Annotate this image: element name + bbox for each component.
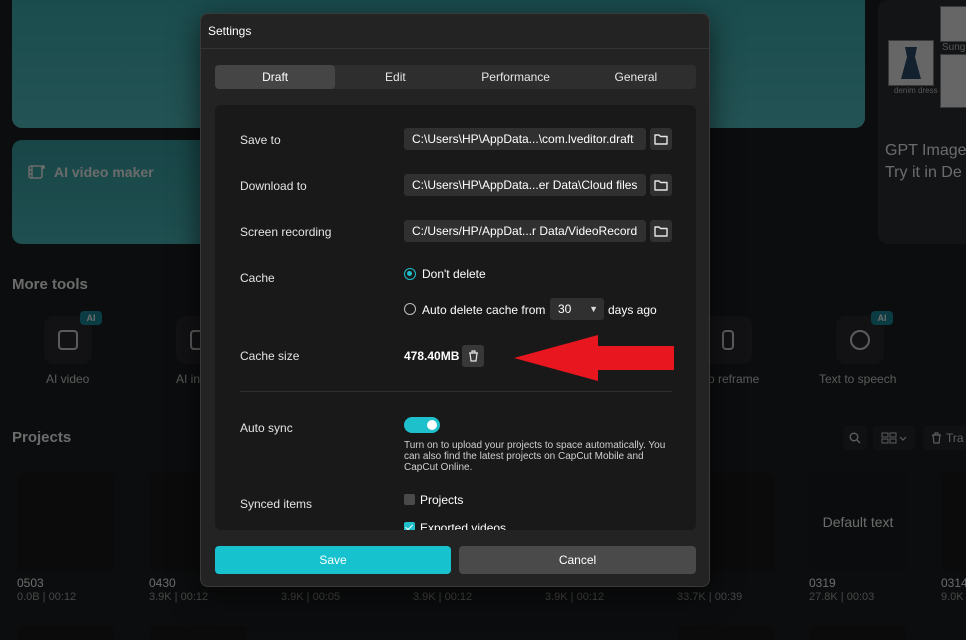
project-meta: 3.9K | 00:12	[149, 591, 209, 603]
tool-label: Text to speech	[819, 372, 897, 386]
template-panel[interactable]: Sunglas denim dress	[878, 0, 966, 244]
tool-label: o reframe	[708, 372, 760, 386]
download-to-path-field[interactable]: C:\Users\HP\AppData...er Data\Cloud file…	[404, 174, 646, 196]
project-meta: 3.9K | 00:05	[281, 591, 341, 603]
auto-delete-radio[interactable]	[404, 303, 416, 315]
template-thumbnail[interactable]	[940, 54, 966, 108]
projects-title: Projects	[12, 429, 72, 446]
exported-videos-checkbox-label[interactable]: Exported videos	[420, 521, 506, 530]
project-meta: 27.8K | 00:03	[809, 591, 875, 603]
sunglasses-label: Sunglas	[942, 42, 966, 53]
cache-days-value: 30	[558, 302, 572, 316]
project-name: 0503	[17, 576, 44, 590]
gpt-image-title: GPT Image	[885, 142, 966, 159]
trash-label: Tra	[946, 431, 964, 445]
tool-label: AI in	[176, 372, 201, 386]
search-icon	[849, 432, 861, 444]
video-icon	[58, 330, 78, 350]
screen: AI video maker Sunglas denim dress GPT I…	[0, 0, 966, 640]
exported-videos-checkbox[interactable]	[404, 522, 415, 530]
video-maker-icon	[28, 165, 45, 179]
tool-label: AI video	[46, 372, 90, 386]
sunglasses-thumbnail[interactable]	[940, 6, 966, 42]
speech-icon	[850, 330, 870, 350]
projects-checkbox[interactable]	[404, 494, 415, 505]
save-to-path-field[interactable]: C:\Users\HP\AppData...\com.lveditor.draf…	[404, 128, 646, 150]
gpt-image-subtitle: Try it in De	[885, 164, 962, 181]
days-ago-label: days ago	[608, 303, 657, 317]
dont-delete-label[interactable]: Don't delete	[422, 267, 486, 281]
trash-icon	[932, 432, 941, 444]
project-meta: 0.0B | 00:12	[17, 591, 77, 603]
screen-recording-browse-button[interactable]	[650, 220, 672, 242]
search-button[interactable]	[843, 426, 867, 450]
dress-thumbnail[interactable]	[888, 40, 934, 86]
gpt-image-card[interactable]: GPT Image Try it in De	[885, 140, 966, 184]
cache-label: Cache	[240, 271, 275, 285]
folder-icon	[654, 226, 668, 237]
project-thumbnail[interactable]	[677, 626, 775, 640]
trash-icon	[468, 350, 478, 362]
download-to-label: Download to	[240, 179, 307, 193]
view-toggle-button[interactable]	[873, 426, 915, 450]
more-tools-title: More tools	[12, 276, 88, 293]
project-thumbnail[interactable]	[17, 473, 115, 571]
settings-tabs: Draft Edit Performance General	[215, 65, 696, 89]
dialog-title: Settings	[208, 24, 252, 38]
project-thumbnail-default-text[interactable]: Default text	[809, 473, 907, 571]
cache-size-label: Cache size	[240, 349, 300, 363]
reframe-icon	[722, 330, 734, 350]
save-to-label: Save to	[240, 133, 281, 147]
download-to-browse-button[interactable]	[650, 174, 672, 196]
title-divider	[201, 48, 709, 49]
project-meta: 3.9K | 00:12	[413, 591, 473, 603]
auto-sync-label: Auto sync	[240, 421, 293, 435]
project-meta: 3.9K | 00:12	[545, 591, 605, 603]
screen-recording-path-field[interactable]: C:/Users/HP/AppDat...r Data/VideoRecord	[404, 220, 646, 242]
tab-draft[interactable]: Draft	[215, 65, 336, 89]
project-thumbnail[interactable]	[17, 626, 115, 640]
save-button[interactable]: Save	[215, 546, 451, 574]
project-thumbnail[interactable]	[941, 473, 966, 571]
tool-auto-reframe[interactable]	[704, 316, 752, 364]
draft-settings-panel[interactable]: Save to C:\Users\HP\AppData...\com.lvedi…	[215, 105, 696, 530]
ai-badge: AI	[871, 311, 893, 325]
project-name: 0430	[149, 576, 176, 590]
auto-sync-description: Turn on to upload your projects to space…	[404, 440, 666, 473]
cancel-button[interactable]: Cancel	[459, 546, 696, 574]
annotation-arrow-icon	[514, 335, 674, 381]
settings-dialog: Settings Draft Edit Performance General …	[200, 13, 710, 587]
grid-icon	[881, 432, 907, 444]
clear-cache-button[interactable]	[462, 345, 484, 367]
chevron-down-icon: ▼	[589, 304, 598, 314]
project-name: 0319	[809, 576, 836, 590]
dress-icon	[901, 47, 921, 79]
trash-button[interactable]: Tra	[923, 426, 966, 450]
folder-icon	[654, 134, 668, 145]
denim-dress-label: denim dress	[894, 86, 938, 95]
tab-performance[interactable]: Performance	[456, 65, 576, 89]
folder-icon	[654, 180, 668, 191]
section-divider	[240, 391, 672, 392]
ai-badge: AI	[80, 311, 102, 325]
dont-delete-radio[interactable]	[404, 268, 416, 280]
project-thumbnail[interactable]	[149, 626, 247, 640]
cache-days-select[interactable]: 30 ▼	[550, 298, 604, 320]
screen-recording-label: Screen recording	[240, 225, 332, 239]
project-meta: 33.7K | 00:39	[677, 591, 743, 603]
ai-video-maker-label: AI video maker	[54, 164, 154, 180]
auto-sync-toggle[interactable]	[404, 417, 440, 433]
project-name: 0314	[941, 576, 966, 590]
synced-items-label: Synced items	[240, 497, 313, 511]
project-thumbnail[interactable]	[809, 626, 907, 640]
projects-checkbox-label[interactable]: Projects	[420, 493, 463, 507]
tab-general[interactable]: General	[576, 65, 696, 89]
ai-video-maker-card[interactable]: AI video maker	[12, 140, 217, 244]
cache-size-value: 478.40MB	[404, 349, 460, 363]
save-to-browse-button[interactable]	[650, 128, 672, 150]
project-meta: 9.0K	[941, 591, 964, 603]
auto-delete-label[interactable]: Auto delete cache from	[422, 303, 545, 317]
tab-edit[interactable]: Edit	[335, 65, 455, 89]
